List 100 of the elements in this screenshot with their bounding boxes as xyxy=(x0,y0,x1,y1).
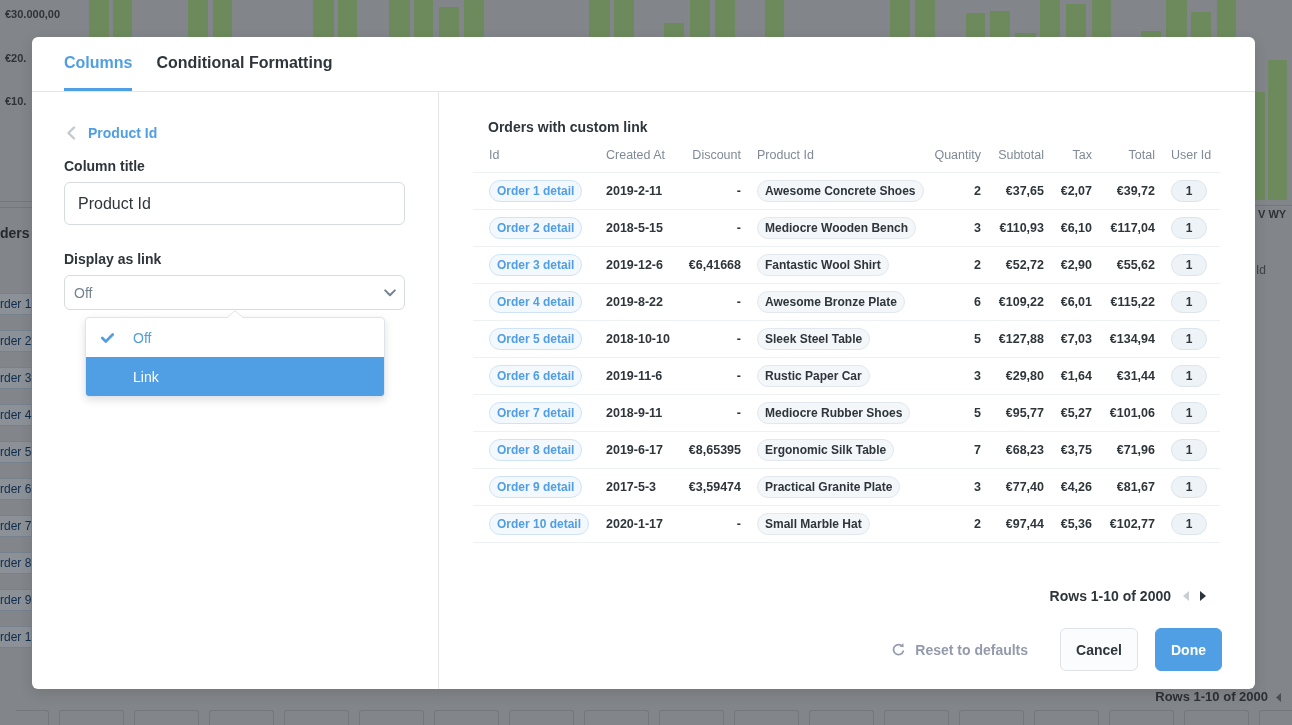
chart-bar xyxy=(389,0,410,37)
text-input[interactable]: Product Id xyxy=(64,182,405,225)
menu-item[interactable]: Link xyxy=(86,357,384,396)
table-cell: €97,44 xyxy=(1005,516,1044,532)
tab[interactable]: Columns xyxy=(64,37,133,91)
order-link[interactable]: rder 9 xyxy=(0,589,32,611)
detail-link[interactable]: Order 7 detail xyxy=(489,402,583,424)
column-header: Id xyxy=(489,148,500,163)
table-cell: €52,72 xyxy=(1005,257,1044,273)
column-header: User Id xyxy=(1171,148,1212,163)
order-link[interactable]: rder 4 xyxy=(0,404,32,426)
chart-bar xyxy=(690,0,710,37)
table-cell: - xyxy=(736,294,741,310)
product-tag: Mediocre Rubber Shoes xyxy=(757,402,911,424)
table-cell: 2 xyxy=(974,516,981,532)
order-link[interactable]: rder 1 xyxy=(0,293,32,315)
detail-link[interactable]: Order 8 detail xyxy=(489,439,583,461)
user-id-badge: 1 xyxy=(1171,476,1207,498)
user-id-badge: 1 xyxy=(1171,291,1207,313)
detail-link[interactable]: Order 10 detail xyxy=(489,513,590,535)
chart-bar xyxy=(966,13,985,37)
chart-bar xyxy=(1166,0,1187,37)
chart-bar xyxy=(915,0,935,37)
detail-link[interactable]: Order 3 detail xyxy=(489,254,583,276)
column-header: Quantity xyxy=(934,148,981,163)
table-cell: €109,22 xyxy=(998,294,1044,310)
table-cell: €101,06 xyxy=(1109,405,1155,421)
table-cell: 2 xyxy=(974,183,981,199)
table-cell: 2018-5-15 xyxy=(606,220,663,236)
preview-title: Orders with custom link xyxy=(488,119,648,136)
detail-link[interactable]: Order 1 detail xyxy=(489,180,583,202)
table-cell: €7,03 xyxy=(1060,331,1092,347)
user-id-badge: 1 xyxy=(1171,402,1207,424)
order-link[interactable]: rder 3 xyxy=(0,367,32,389)
chart-bar xyxy=(89,0,109,37)
user-id-badge: 1 xyxy=(1171,254,1207,276)
table-cell: €3,75 xyxy=(1060,442,1092,458)
table-cell: €117,04 xyxy=(1110,220,1155,236)
table-cell: €134,94 xyxy=(1109,331,1155,347)
chart-bar xyxy=(1191,12,1211,37)
detail-link[interactable]: Order 9 detail xyxy=(489,476,583,498)
table-cell: 2019-6-17 xyxy=(606,442,663,458)
axis-label: €30.000,00 xyxy=(5,8,61,21)
refresh-icon xyxy=(892,643,906,656)
table-cell: 3 xyxy=(974,220,981,236)
detail-link[interactable]: Order 4 detail xyxy=(489,291,583,313)
chart-bar xyxy=(765,0,784,37)
product-tag: Rustic Paper Car xyxy=(757,365,870,387)
chart-bar xyxy=(715,0,735,37)
menu-item[interactable]: Off xyxy=(86,318,384,357)
tab[interactable]: Conditional Formatting xyxy=(156,37,333,91)
product-tag: Practical Granite Plate xyxy=(757,476,901,498)
column-header: Total xyxy=(1128,148,1155,163)
column-header: Discount xyxy=(692,148,741,163)
chart-bar xyxy=(188,0,208,37)
chart-bar xyxy=(990,11,1010,37)
table-cell: €8,65395 xyxy=(688,442,741,458)
table-cell: 3 xyxy=(974,368,981,384)
user-id-badge: 1 xyxy=(1171,180,1207,202)
order-link[interactable]: rder 6 xyxy=(0,478,32,500)
chart-bar xyxy=(1092,0,1111,37)
table-cell: 5 xyxy=(974,405,981,421)
chart-bar xyxy=(1015,33,1036,37)
table-cell: €2,90 xyxy=(1060,257,1092,273)
order-link[interactable]: rder 1 xyxy=(0,626,32,648)
chart-bar xyxy=(1066,4,1086,37)
order-link[interactable]: rder 5 xyxy=(0,441,32,463)
user-id-badge: 1 xyxy=(1171,365,1207,387)
table-cell: €6,01 xyxy=(1060,294,1092,310)
detail-link[interactable]: Order 5 detail xyxy=(489,328,583,350)
table-cell: €1,64 xyxy=(1060,368,1092,384)
chart-bar xyxy=(414,0,433,37)
table-cell: 2 xyxy=(974,257,981,273)
pagination-label: Rows 1-10 of 2000 xyxy=(1155,690,1268,704)
back-link[interactable]: Product Id xyxy=(66,124,158,142)
field-label: Display as link xyxy=(64,251,162,267)
order-link[interactable]: rder 8 xyxy=(0,552,32,574)
detail-link[interactable]: Order 6 detail xyxy=(489,365,583,387)
field-label: Column title xyxy=(64,158,145,174)
axis-label: V WY xyxy=(1258,208,1287,221)
user-id-badge: 1 xyxy=(1171,328,1207,350)
product-tag: Fantastic Wool Shirt xyxy=(757,254,889,276)
table-cell: €110,93 xyxy=(999,220,1044,236)
detail-link[interactable]: Order 2 detail xyxy=(489,217,583,239)
order-link[interactable]: rder 7 xyxy=(0,515,32,537)
user-id-badge: 1 xyxy=(1171,217,1207,239)
table-cell: €102,77 xyxy=(1109,516,1155,532)
order-link[interactable]: rder 2 xyxy=(0,330,32,352)
primary-button[interactable]: Done xyxy=(1155,628,1222,671)
caret-right-icon[interactable] xyxy=(1200,591,1206,601)
reset-button[interactable]: Reset to defaults xyxy=(892,641,1029,658)
secondary-button[interactable]: Cancel xyxy=(1060,628,1138,671)
table-cell: 2019-2-11 xyxy=(606,183,663,199)
table-cell: €77,40 xyxy=(1005,479,1044,495)
table-cell: 2017-5-3 xyxy=(606,479,657,495)
checkmark-icon xyxy=(101,332,114,343)
column-header: Product Id xyxy=(757,148,814,163)
pagination-label: Rows 1-10 of 2000 xyxy=(1049,587,1171,605)
table-cell: €3,59474 xyxy=(688,479,741,495)
user-id-badge: 1 xyxy=(1171,439,1207,461)
